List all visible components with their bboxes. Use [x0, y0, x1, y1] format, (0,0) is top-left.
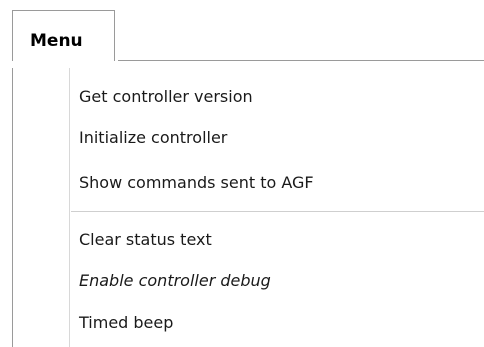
menu-item-initialize-controller[interactable]: Initialize controller	[79, 127, 227, 149]
menu-item-enable-controller-debug[interactable]: Enable controller debug	[79, 270, 271, 292]
tab-menu-label: Menu	[30, 31, 83, 51]
menu-separator	[71, 211, 484, 212]
menu-item-clear-status-text[interactable]: Clear status text	[79, 229, 212, 251]
menu-gutter-divider	[69, 68, 70, 347]
tab-strip-border	[118, 60, 484, 61]
menu-item-show-commands-sent-to-agf[interactable]: Show commands sent to AGF	[79, 172, 314, 194]
menu-item-timed-beep[interactable]: Timed beep	[79, 312, 173, 334]
tab-menu[interactable]: Menu	[12, 10, 115, 61]
menu-screen: Menu Get controller version Initialize c…	[0, 0, 484, 347]
menu-panel	[12, 68, 484, 347]
menu-item-get-controller-version[interactable]: Get controller version	[79, 86, 253, 108]
